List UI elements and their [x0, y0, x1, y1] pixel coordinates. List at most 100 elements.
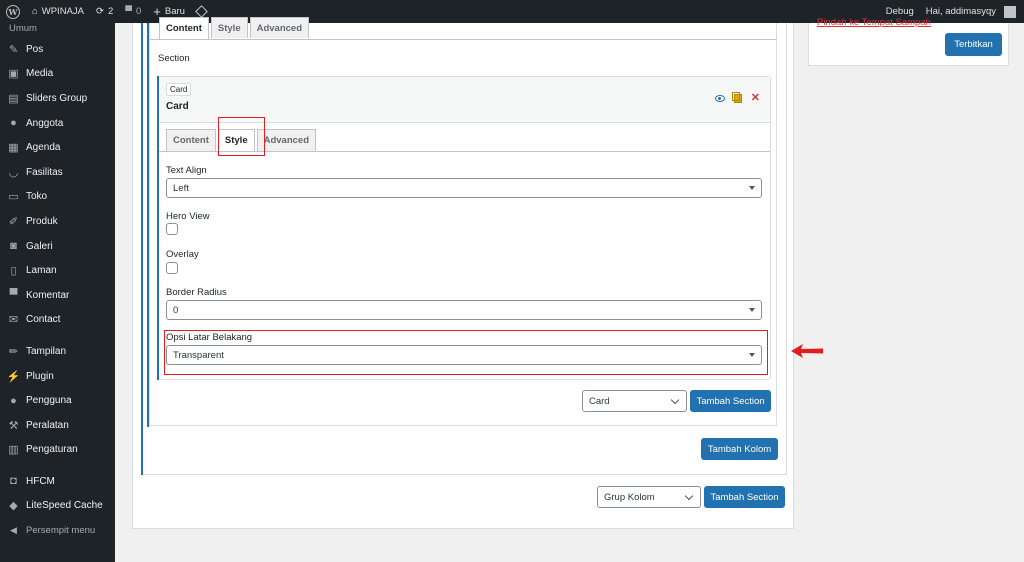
- hero-view-checkbox[interactable]: [166, 223, 178, 235]
- eye-icon[interactable]: [714, 94, 725, 102]
- sidebar-item-anggota[interactable]: ● Anggota: [0, 111, 115, 136]
- sidebar-item-peralatan[interactable]: ⚒ Peralatan: [0, 413, 115, 438]
- sidebar-item-label: Pengguna: [26, 395, 72, 407]
- card-title: Card: [166, 101, 189, 112]
- sidebar-item-komentar[interactable]: ▀ Komentar: [0, 283, 115, 308]
- border-radius-label: Border Radius: [166, 287, 227, 298]
- media-icon: ▣: [8, 68, 19, 81]
- sidebar-item-laman[interactable]: ▯ Laman: [0, 258, 115, 283]
- sidebar-item-hfcm[interactable]: ◘ HFCM: [0, 469, 115, 494]
- publish-button[interactable]: Terbitkan: [945, 33, 1002, 56]
- sidebar-item-label: Contact: [26, 314, 61, 326]
- sidebar-item-media[interactable]: ▣ Media: [0, 62, 115, 87]
- card-badge: Card: [166, 83, 192, 96]
- tab-content[interactable]: Content: [159, 17, 209, 39]
- sidebar-item-litespeed-cache[interactable]: ◆ LiteSpeed Cache: [0, 494, 115, 519]
- sidebar-item-label: Anggota: [26, 117, 64, 129]
- tab-style[interactable]: Style: [210, 17, 248, 38]
- collapse-label: Persempit menu: [26, 525, 96, 537]
- collapse-icon: ◀: [10, 525, 17, 536]
- sidebar-item-label: Komentar: [26, 289, 70, 301]
- overlay-label: Overlay: [166, 249, 199, 260]
- smile-icon: ◡: [8, 166, 19, 179]
- border-radius-select[interactable]: 0: [166, 300, 762, 320]
- border-radius-value: 0: [173, 304, 179, 316]
- card-tab-advanced[interactable]: Advanced: [256, 129, 317, 151]
- page-icon: ▯: [10, 265, 17, 278]
- site-name-link[interactable]: ⌂ WPINAJA: [26, 0, 90, 23]
- sidebar-item-label: Media: [26, 68, 54, 80]
- chevron-down-icon: [670, 395, 680, 405]
- settings-icon: ▥: [8, 444, 19, 457]
- collapse-menu-button[interactable]: ◀ Persempit menu: [0, 518, 115, 543]
- mail-icon: ✉: [8, 314, 19, 327]
- card-accent-bar: [157, 76, 159, 380]
- close-icon[interactable]: ✕: [751, 93, 760, 104]
- sidebar-item-label: Agenda: [26, 142, 61, 154]
- store-icon: ▭: [8, 191, 19, 204]
- updates-count: 2: [107, 6, 114, 17]
- pin-icon: ✎: [8, 43, 19, 56]
- sidebar-item-label: Peralatan: [26, 419, 69, 431]
- section-type-select[interactable]: Card: [582, 390, 687, 412]
- sidebar-item-tampilan[interactable]: ✏ Tampilan: [0, 339, 115, 364]
- section-tabs: Content Style Advanced: [159, 17, 310, 39]
- camera-icon: ◙: [10, 240, 17, 253]
- sidebar-item-label: Tampilan: [26, 345, 67, 357]
- style-tab-highlight: [218, 117, 265, 156]
- column-group-select[interactable]: Grup Kolom: [597, 486, 701, 508]
- builder-panel: Content Style Advanced Section Card Card…: [132, 17, 794, 529]
- tab-advanced[interactable]: Advanced: [249, 17, 310, 38]
- sidebar-item-pengaturan[interactable]: ▥ Pengaturan: [0, 438, 115, 463]
- comments-link[interactable]: ▀ 0: [119, 0, 147, 23]
- add-section-footer-button[interactable]: Tambah Section: [704, 486, 785, 508]
- site-name-label: WPINAJA: [41, 6, 84, 17]
- chevron-down-icon: [684, 491, 694, 501]
- chevron-down-icon: [749, 186, 755, 190]
- wordpress-logo-button[interactable]: W: [0, 0, 26, 23]
- account-menu[interactable]: Hai, addimasyqy: [920, 0, 1024, 23]
- publish-box: Pindah ke Tempat Sampah Terbitkan: [808, 17, 1009, 66]
- wrench-icon: ⚒: [8, 419, 19, 432]
- sidebar-item-label: HFCM: [26, 475, 55, 487]
- debug-label: Debug: [885, 6, 914, 17]
- sidebar-item-label: Produk: [26, 215, 58, 227]
- hero-view-label: Hero View: [166, 211, 210, 222]
- card-tab-content[interactable]: Content: [166, 129, 216, 151]
- comment-icon: ▀: [9, 289, 18, 302]
- sidebar-item-toko[interactable]: ▭ Toko: [0, 185, 115, 210]
- slider-icon: ▤: [8, 92, 19, 105]
- sidebar-item-fasilitas[interactable]: ◡ Fasilitas: [0, 160, 115, 185]
- sidebar-item-pengguna[interactable]: ● Pengguna: [0, 388, 115, 413]
- overlay-checkbox[interactable]: [166, 262, 178, 274]
- comments-count: 0: [135, 6, 142, 17]
- chevron-down-icon: [749, 308, 755, 312]
- admin-sidebar: Umum ✎ Pos ▣ Media ▤ Sliders Group ● Anggota ▦ Ag…: [0, 23, 115, 562]
- sidebar-item-agenda[interactable]: ▦ Agenda: [0, 135, 115, 160]
- sidebar-item-umum[interactable]: Umum: [0, 23, 115, 37]
- sidebar-item-contact[interactable]: ✉ Contact: [0, 308, 115, 333]
- refresh-icon: ⟳: [95, 6, 104, 17]
- sidebar-item-plugin[interactable]: ⚡ Plugin: [0, 364, 115, 389]
- add-column-button[interactable]: Tambah Kolom: [701, 438, 778, 460]
- column-accent-bar: [141, 23, 143, 475]
- sidebar-item-sliders-group[interactable]: ▤ Sliders Group: [0, 86, 115, 111]
- text-align-value: Left: [173, 182, 189, 194]
- users-icon: ●: [10, 394, 17, 407]
- sidebar-item-galeri[interactable]: ◙ Galeri: [0, 234, 115, 259]
- diamond-icon: [195, 5, 208, 18]
- sidebar-item-label: Fasilitas: [26, 166, 63, 178]
- comment-icon: ▀: [125, 6, 132, 17]
- section-label: Section: [158, 53, 190, 64]
- add-section-button[interactable]: Tambah Section: [690, 390, 771, 412]
- sidebar-item-produk[interactable]: ✐ Produk: [0, 209, 115, 234]
- copy-icon[interactable]: [731, 91, 742, 103]
- text-align-select[interactable]: Left: [166, 178, 762, 198]
- sidebar-item-pos[interactable]: ✎ Pos: [0, 37, 115, 62]
- sidebar-item-label: Pos: [26, 43, 44, 55]
- move-to-trash-link[interactable]: Pindah ke Tempat Sampah: [817, 17, 931, 28]
- sidebar-item-label: Toko: [26, 191, 48, 203]
- product-icon: ✐: [8, 215, 19, 228]
- sidebar-item-label: Laman: [26, 265, 57, 277]
- updates-link[interactable]: ⟳ 2: [90, 0, 119, 23]
